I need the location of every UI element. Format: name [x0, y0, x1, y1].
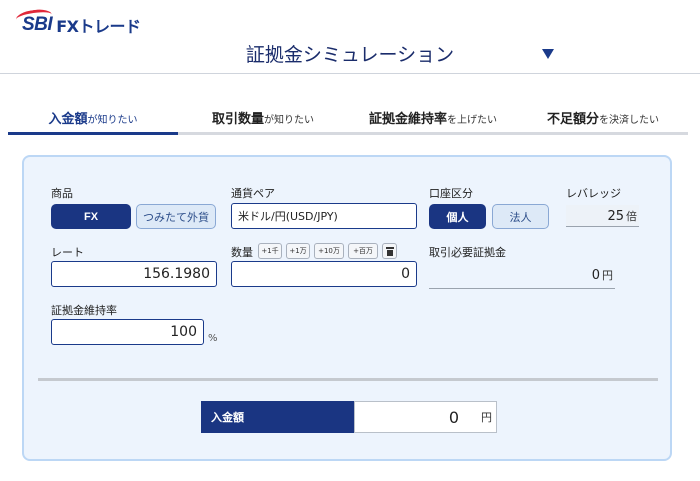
currency-pair-select[interactable]: 米ドル/円(USD/JPY): [231, 203, 417, 229]
quantity-add-10k-button[interactable]: +1万: [286, 243, 310, 259]
simulation-panel: 商品 FX つみたて外貨 通貨ペア 米ドル/円(USD/JPY) 口座区分 個人…: [22, 155, 672, 461]
tab-raise-margin-ratio[interactable]: 証拠金維持率を上げたい: [348, 100, 518, 132]
sbi-fx-logo[interactable]: SBI FXトレード: [15, 7, 141, 38]
tab-label-strong: 証拠金維持率: [368, 112, 447, 127]
deposit-amount-label: 入金額: [201, 401, 354, 433]
deposit-amount-unit: 円: [481, 411, 492, 424]
leverage-label: レバレッジ: [566, 187, 621, 200]
logo-fx-text: FXトレード: [56, 17, 141, 36]
header-divider: [0, 73, 700, 74]
currency-pair-value: 米ドル/円(USD/JPY): [238, 210, 338, 223]
quantity-value: 0: [401, 266, 410, 282]
margin-ratio-value: 100: [170, 324, 197, 340]
quantity-input[interactable]: 0: [231, 261, 417, 287]
currency-pair-label: 通貨ペア: [231, 187, 275, 200]
tab-label-small: が知りたい: [87, 115, 138, 126]
product-tsumitate-button[interactable]: つみたて外貨: [136, 204, 216, 229]
account-individual-button[interactable]: 個人: [429, 204, 486, 229]
quantity-add-1k-button[interactable]: +1千: [258, 243, 282, 259]
account-type-label: 口座区分: [429, 187, 473, 200]
logo-sbi-text: SBI: [15, 7, 53, 36]
rate-label: レート: [51, 246, 84, 259]
rate-value: 156.1980: [143, 266, 210, 282]
page-title: 証拠金シミュレーション: [245, 44, 455, 66]
quantity-label: 数量: [231, 246, 253, 259]
deposit-amount-box: 0 円: [354, 401, 497, 433]
tab-deposit-amount[interactable]: 入金額が知りたい: [8, 100, 178, 135]
section-divider: [38, 378, 658, 381]
logo-swoosh-icon: [15, 7, 53, 27]
tab-label-small: を上げたい: [447, 115, 497, 126]
tab-settle-shortfall[interactable]: 不足額分を決済したい: [518, 100, 688, 132]
product-fx-button[interactable]: FX: [51, 204, 131, 229]
rate-input[interactable]: 156.1980: [51, 261, 217, 287]
tab-label-small: が知りたい: [264, 115, 314, 126]
trash-icon: [385, 246, 394, 256]
margin-ratio-input[interactable]: 100: [51, 319, 204, 345]
tab-label-strong: 不足額分: [546, 112, 599, 127]
tab-label-strong: 取引数量: [211, 112, 264, 127]
dropdown-arrow-icon[interactable]: [542, 49, 554, 59]
deposit-amount-value: 0: [448, 407, 459, 427]
required-margin-box: 0円: [429, 265, 615, 289]
required-margin-label: 取引必要証拠金: [429, 246, 506, 259]
margin-ratio-unit: %: [208, 333, 218, 344]
margin-ratio-label: 証拠金維持率: [51, 304, 117, 317]
simulation-tabs: 入金額が知りたい 取引数量が知りたい 証拠金維持率を上げたい 不足額分を決済した…: [8, 100, 688, 135]
quantity-clear-button[interactable]: [382, 243, 397, 259]
product-label: 商品: [51, 187, 73, 200]
quantity-add-1m-button[interactable]: +百万: [348, 243, 378, 259]
tab-label-strong: 入金額: [48, 112, 88, 127]
required-margin-unit: 円: [602, 269, 613, 282]
required-margin-value: 0: [591, 268, 600, 283]
leverage-value-box: 25 倍: [566, 205, 639, 227]
account-corporate-button[interactable]: 法人: [492, 204, 549, 229]
quantity-add-100k-button[interactable]: +10万: [314, 243, 344, 259]
tab-trade-quantity[interactable]: 取引数量が知りたい: [178, 100, 348, 132]
leverage-unit: 倍: [626, 210, 637, 223]
tab-label-small: を決済したい: [599, 115, 659, 126]
leverage-value: 25: [607, 209, 624, 224]
